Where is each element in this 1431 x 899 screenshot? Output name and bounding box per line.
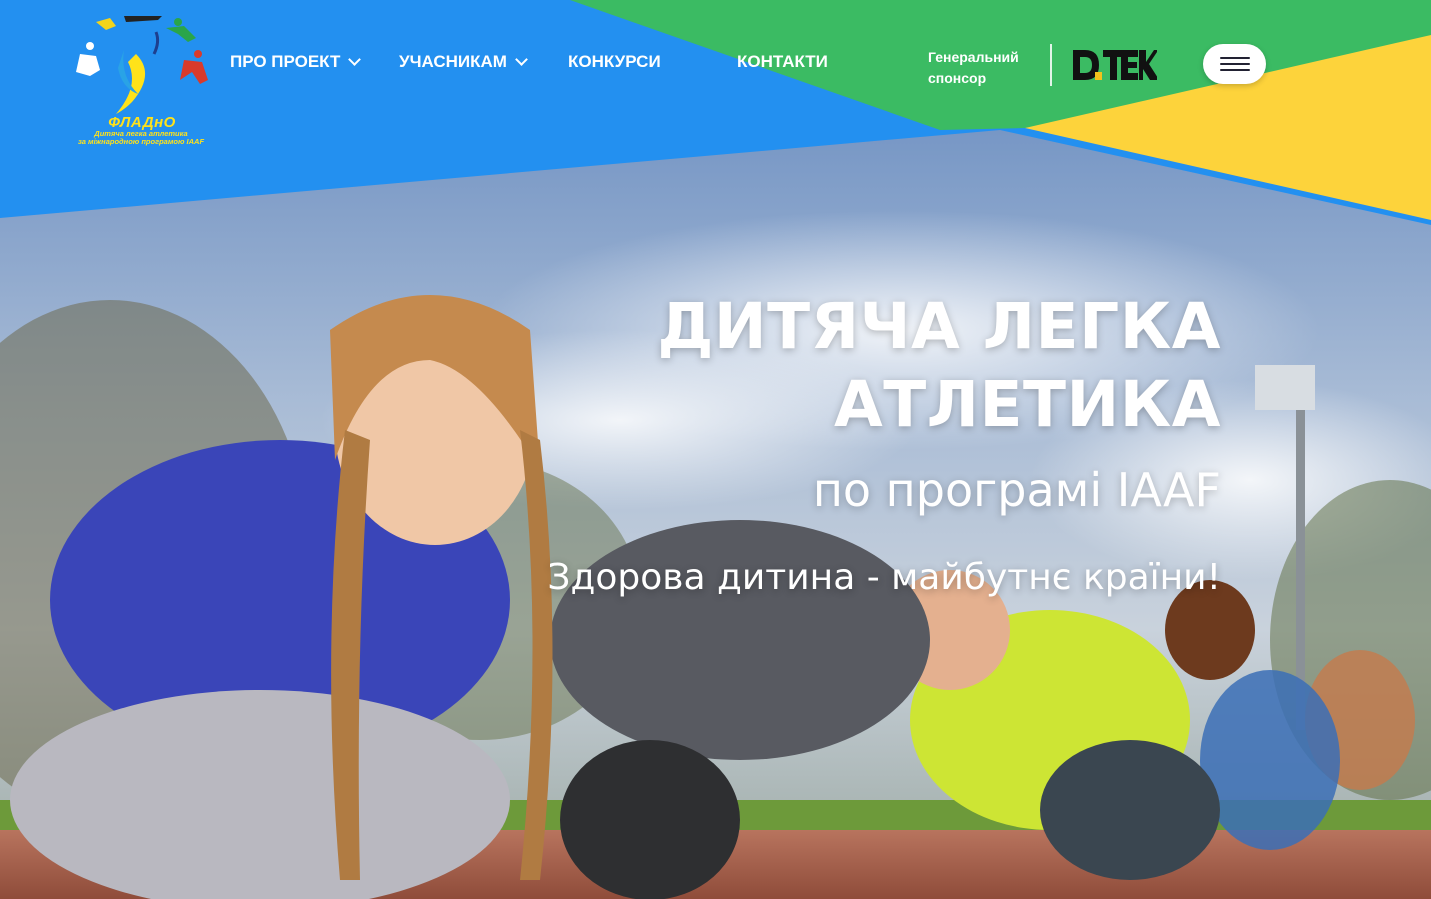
hamburger-icon-line: [1220, 57, 1250, 59]
logo-subtitle: Дитяча легка атлетика за міжнародною про…: [66, 130, 216, 146]
sponsor-divider: [1050, 44, 1052, 86]
nav-item-about-project[interactable]: ПРО ПРОЕКТ: [230, 52, 362, 72]
nav-item-label: КОНТАКТИ: [737, 52, 828, 71]
athletes-logo-icon: [76, 16, 208, 114]
menu-button[interactable]: [1203, 44, 1266, 84]
nav-item-contests[interactable]: КОНКУРСИ: [568, 52, 661, 72]
nav-item-label: ПРО ПРОЕКТ: [230, 52, 341, 71]
sponsor-label-line2: спонсор: [928, 70, 987, 86]
hero-title-line1: ДИТЯЧА ЛЕГКА: [657, 290, 1221, 363]
hero-title-line2: АТЛЕТИКА: [833, 368, 1221, 441]
chevron-down-icon: [348, 53, 362, 66]
nav-item-label: УЧАСНИКАМ: [399, 52, 507, 71]
sponsor-label: Генеральний спонсор: [928, 47, 1038, 89]
hero-title: ДИТЯЧА ЛЕГКА АТЛЕТИКА: [657, 288, 1221, 444]
hamburger-icon-line: [1220, 63, 1250, 65]
chevron-down-icon: [515, 53, 528, 66]
sponsor-label-line1: Генеральний: [928, 49, 1019, 65]
nav-item-contacts[interactable]: КОНТАКТИ: [737, 52, 828, 72]
site-logo[interactable]: ФЛАДнО Дитяча легка атлетика за міжнарод…: [66, 10, 216, 150]
hero-slogan: Здорова дитина - майбутнє країни!: [547, 557, 1221, 598]
logo-subtitle-line2: за міжнародною програмою IAAF: [77, 137, 205, 146]
nav-item-participants[interactable]: УЧАСНИКАМ: [399, 52, 528, 72]
hamburger-icon-line: [1220, 69, 1250, 71]
dtek-logo[interactable]: [1071, 48, 1157, 82]
hero-subtitle: по програмі IAAF: [812, 463, 1221, 517]
nav-item-label: КОНКУРСИ: [568, 52, 661, 71]
